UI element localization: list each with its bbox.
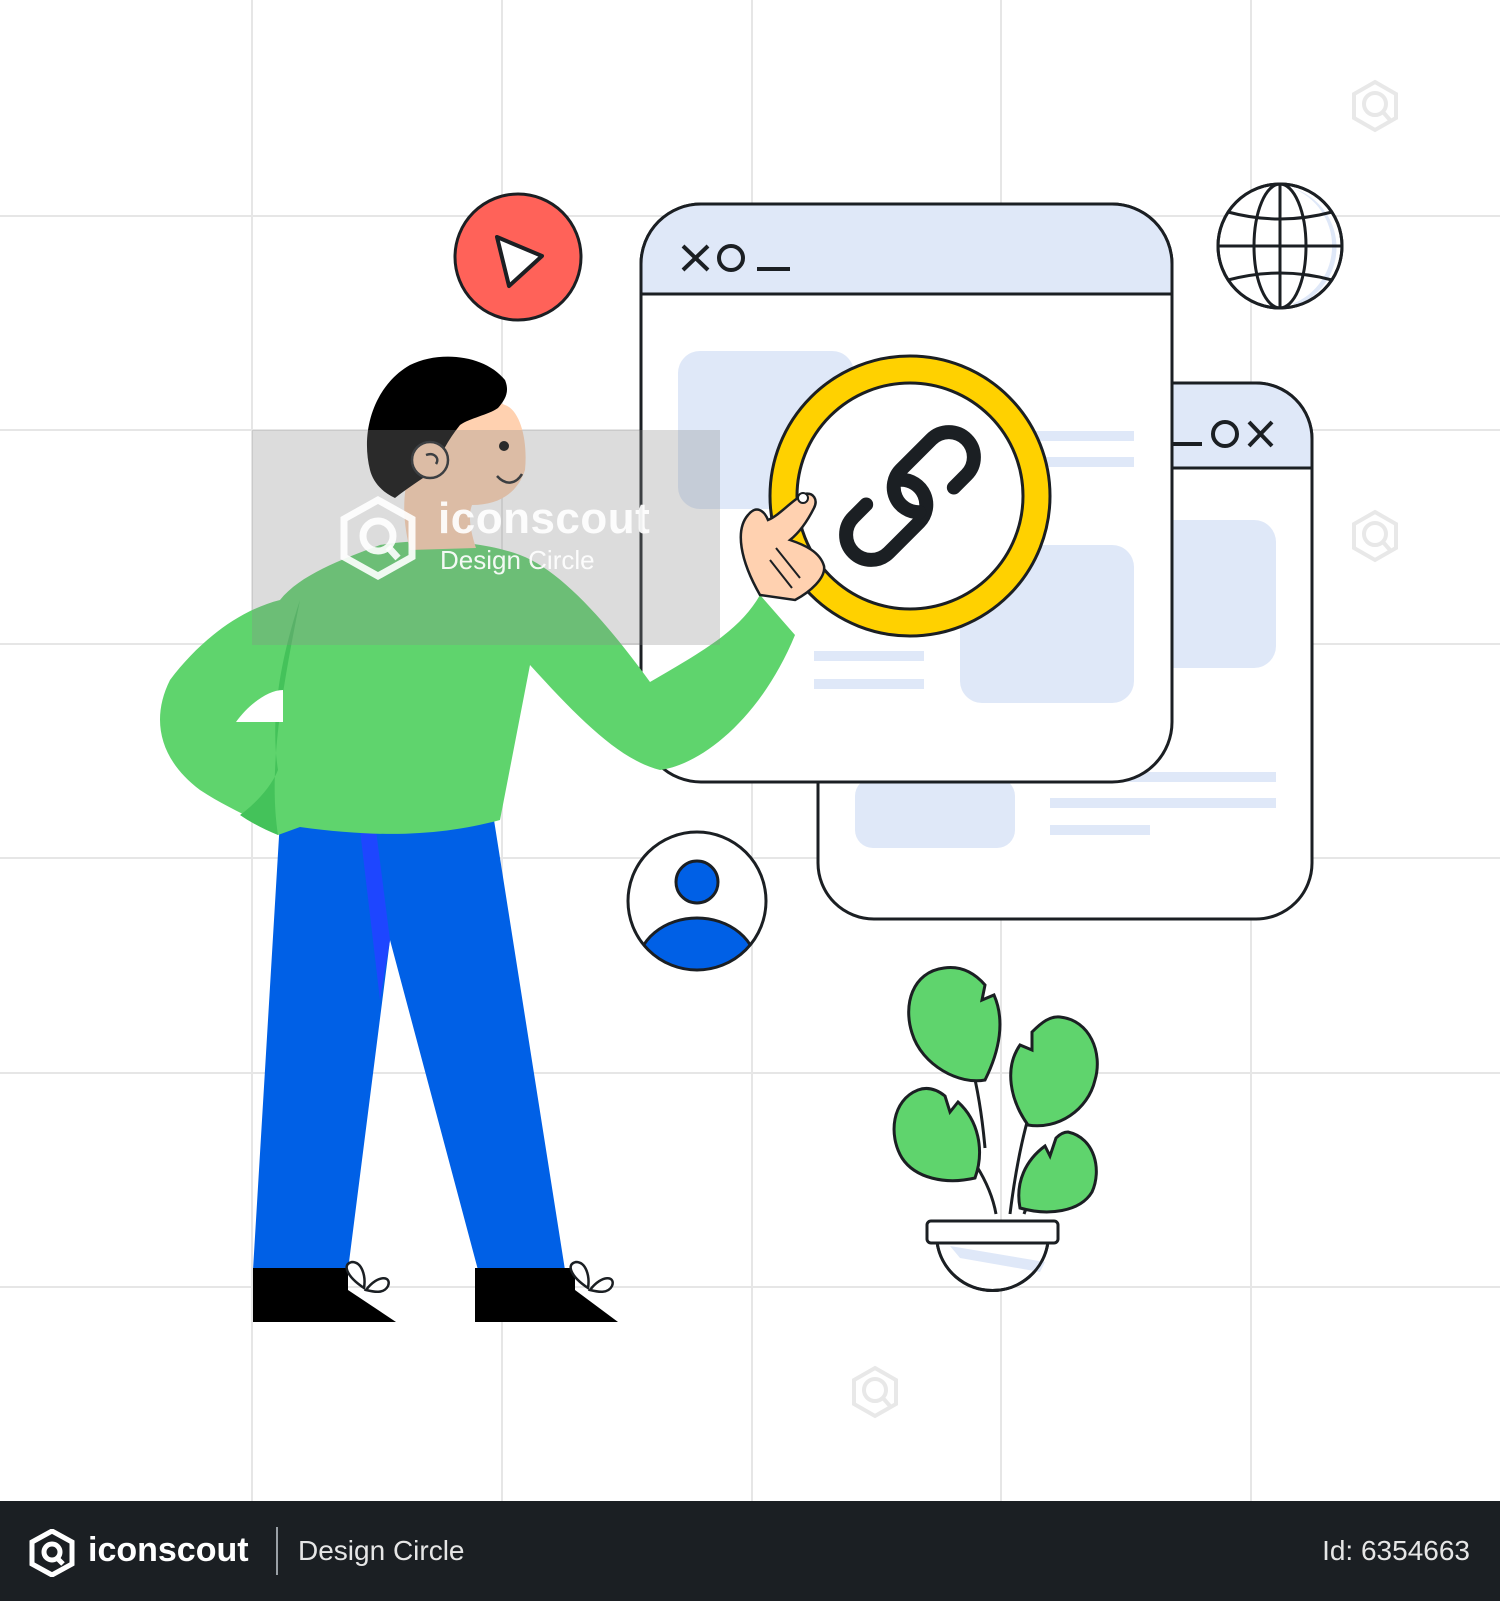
user-avatar-icon [626, 830, 768, 972]
watermark-subtitle-text: Design Circle [440, 545, 595, 575]
iconscout-logo-icon [29, 1529, 75, 1577]
illustration-canvas: iconscout Design Circle iconscout Design… [0, 0, 1500, 1601]
footer-asset-id: Id: 6354663 [1322, 1535, 1470, 1566]
globe-icon [1216, 182, 1344, 310]
illustration-svg [0, 0, 1500, 1501]
plant-illustration [892, 966, 1099, 1293]
footer-brand-text: iconscout [88, 1531, 249, 1569]
footer-divider [276, 1527, 278, 1575]
footer-bar: iconscout Design Circle Id: 6354663 [0, 1501, 1500, 1601]
play-icon [453, 192, 583, 322]
watermark-logo-icon [340, 496, 416, 580]
footer-subtitle-text: Design Circle [298, 1535, 465, 1566]
watermark-brand-text: iconscout [438, 494, 651, 543]
